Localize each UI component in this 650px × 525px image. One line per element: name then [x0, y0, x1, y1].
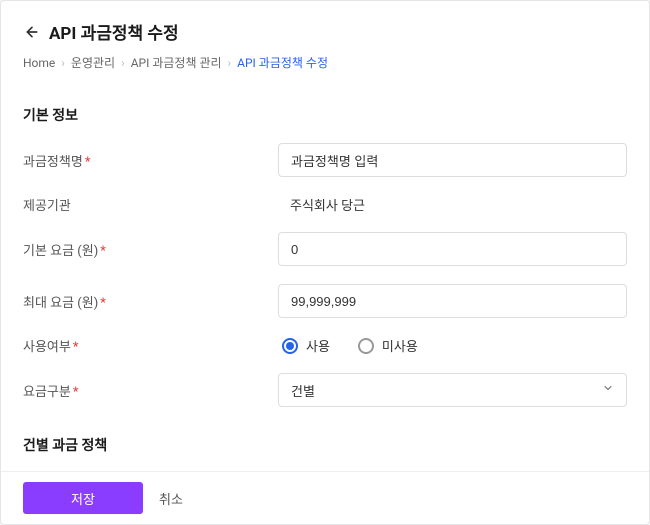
- breadcrumb: Home › 운영관리 › API 과금정책 관리 › API 과금정책 수정: [23, 54, 627, 71]
- save-button[interactable]: 저장: [23, 482, 143, 514]
- policy-name-input[interactable]: [278, 143, 627, 177]
- breadcrumb-item[interactable]: API 과금정책 관리: [131, 54, 222, 71]
- page-title: API 과금정책 수정: [49, 19, 179, 44]
- required-indicator: *: [100, 244, 106, 259]
- required-indicator: *: [85, 155, 91, 170]
- label-base-fee: 기본 요금 (원)*: [23, 240, 278, 259]
- radio-no-use[interactable]: 미사용: [358, 336, 418, 355]
- section-title-basic: 기본 정보: [23, 105, 627, 125]
- required-indicator: *: [73, 340, 79, 355]
- select-value: 건별: [291, 381, 315, 400]
- breadcrumb-current: API 과금정책 수정: [237, 54, 328, 71]
- chevron-right-icon: ›: [121, 56, 125, 70]
- back-arrow-icon[interactable]: [23, 23, 41, 41]
- chevron-right-icon: ›: [228, 56, 232, 70]
- label-use-yn: 사용여부*: [23, 336, 278, 355]
- radio-icon: [282, 338, 298, 354]
- label-fee-type: 요금구분*: [23, 381, 278, 400]
- required-indicator: *: [100, 296, 106, 311]
- radio-label: 미사용: [382, 336, 418, 355]
- label-provider: 제공기관: [23, 195, 278, 214]
- fee-type-select[interactable]: 건별: [278, 373, 627, 407]
- label-max-fee: 최대 요금 (원)*: [23, 292, 278, 311]
- section-title-per: 건별 과금 정책: [23, 435, 627, 455]
- cancel-button[interactable]: 취소: [159, 489, 183, 508]
- required-indicator: *: [73, 385, 79, 400]
- chevron-down-icon: [602, 382, 614, 398]
- max-fee-input[interactable]: [278, 284, 627, 318]
- provider-value: 주식회사 당근: [278, 199, 365, 214]
- radio-label: 사용: [306, 336, 330, 355]
- radio-icon: [358, 338, 374, 354]
- breadcrumb-item[interactable]: Home: [23, 56, 55, 70]
- base-fee-input[interactable]: [278, 232, 627, 266]
- chevron-right-icon: ›: [61, 56, 65, 70]
- breadcrumb-item[interactable]: 운영관리: [71, 54, 115, 71]
- radio-use[interactable]: 사용: [282, 336, 330, 355]
- label-policy-name: 과금정책명*: [23, 151, 278, 170]
